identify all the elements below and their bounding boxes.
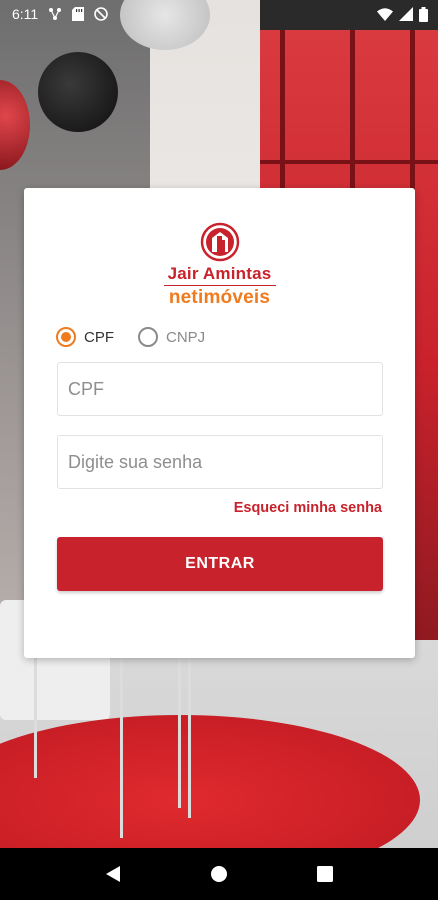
- brand-name-line2: netimóveis: [168, 287, 271, 308]
- wifi-icon: [377, 7, 393, 21]
- back-icon[interactable]: [89, 850, 137, 898]
- radio-cpf[interactable]: CPF: [56, 327, 114, 347]
- recents-icon[interactable]: [301, 850, 349, 898]
- do-not-disturb-icon: [94, 7, 109, 21]
- brand-divider: [163, 285, 276, 286]
- brand-name-line1: Jair Amintas: [167, 264, 272, 283]
- password-input[interactable]: [57, 435, 383, 489]
- radio-cnpj[interactable]: CNPJ: [138, 327, 205, 347]
- navigation-bar: [0, 848, 438, 900]
- login-button[interactable]: ENTRAR: [57, 537, 383, 591]
- radio-unselected-icon[interactable]: [138, 327, 158, 347]
- radio-cpf-label: CPF: [84, 328, 114, 346]
- signal-icon: [399, 7, 413, 21]
- status-time: 6:11: [12, 6, 39, 22]
- background-pendant-lamp: [38, 52, 118, 132]
- house-logo-icon: [200, 222, 239, 262]
- battery-icon: [419, 6, 428, 22]
- radio-selected-icon[interactable]: [56, 327, 76, 347]
- cpf-input[interactable]: [57, 362, 383, 416]
- background-table-leg: [34, 658, 37, 778]
- radio-cnpj-label: CNPJ: [166, 328, 206, 346]
- home-icon[interactable]: [195, 850, 243, 898]
- network-share-icon: [48, 7, 62, 21]
- background-table-leg: [188, 658, 191, 818]
- forgot-password-link[interactable]: Esqueci minha senha: [234, 500, 382, 516]
- sd-card-icon: [72, 7, 85, 21]
- login-card: Jair Amintas netimóveis CPF CNPJ Esqueci…: [24, 188, 415, 658]
- document-type-radio-group: CPF CNPJ: [56, 327, 205, 347]
- brand-logo: Jair Amintas netimóveis: [24, 222, 415, 309]
- background-table-leg: [120, 658, 123, 838]
- background-table-leg: [178, 658, 181, 808]
- status-bar: 6:11: [0, 0, 438, 28]
